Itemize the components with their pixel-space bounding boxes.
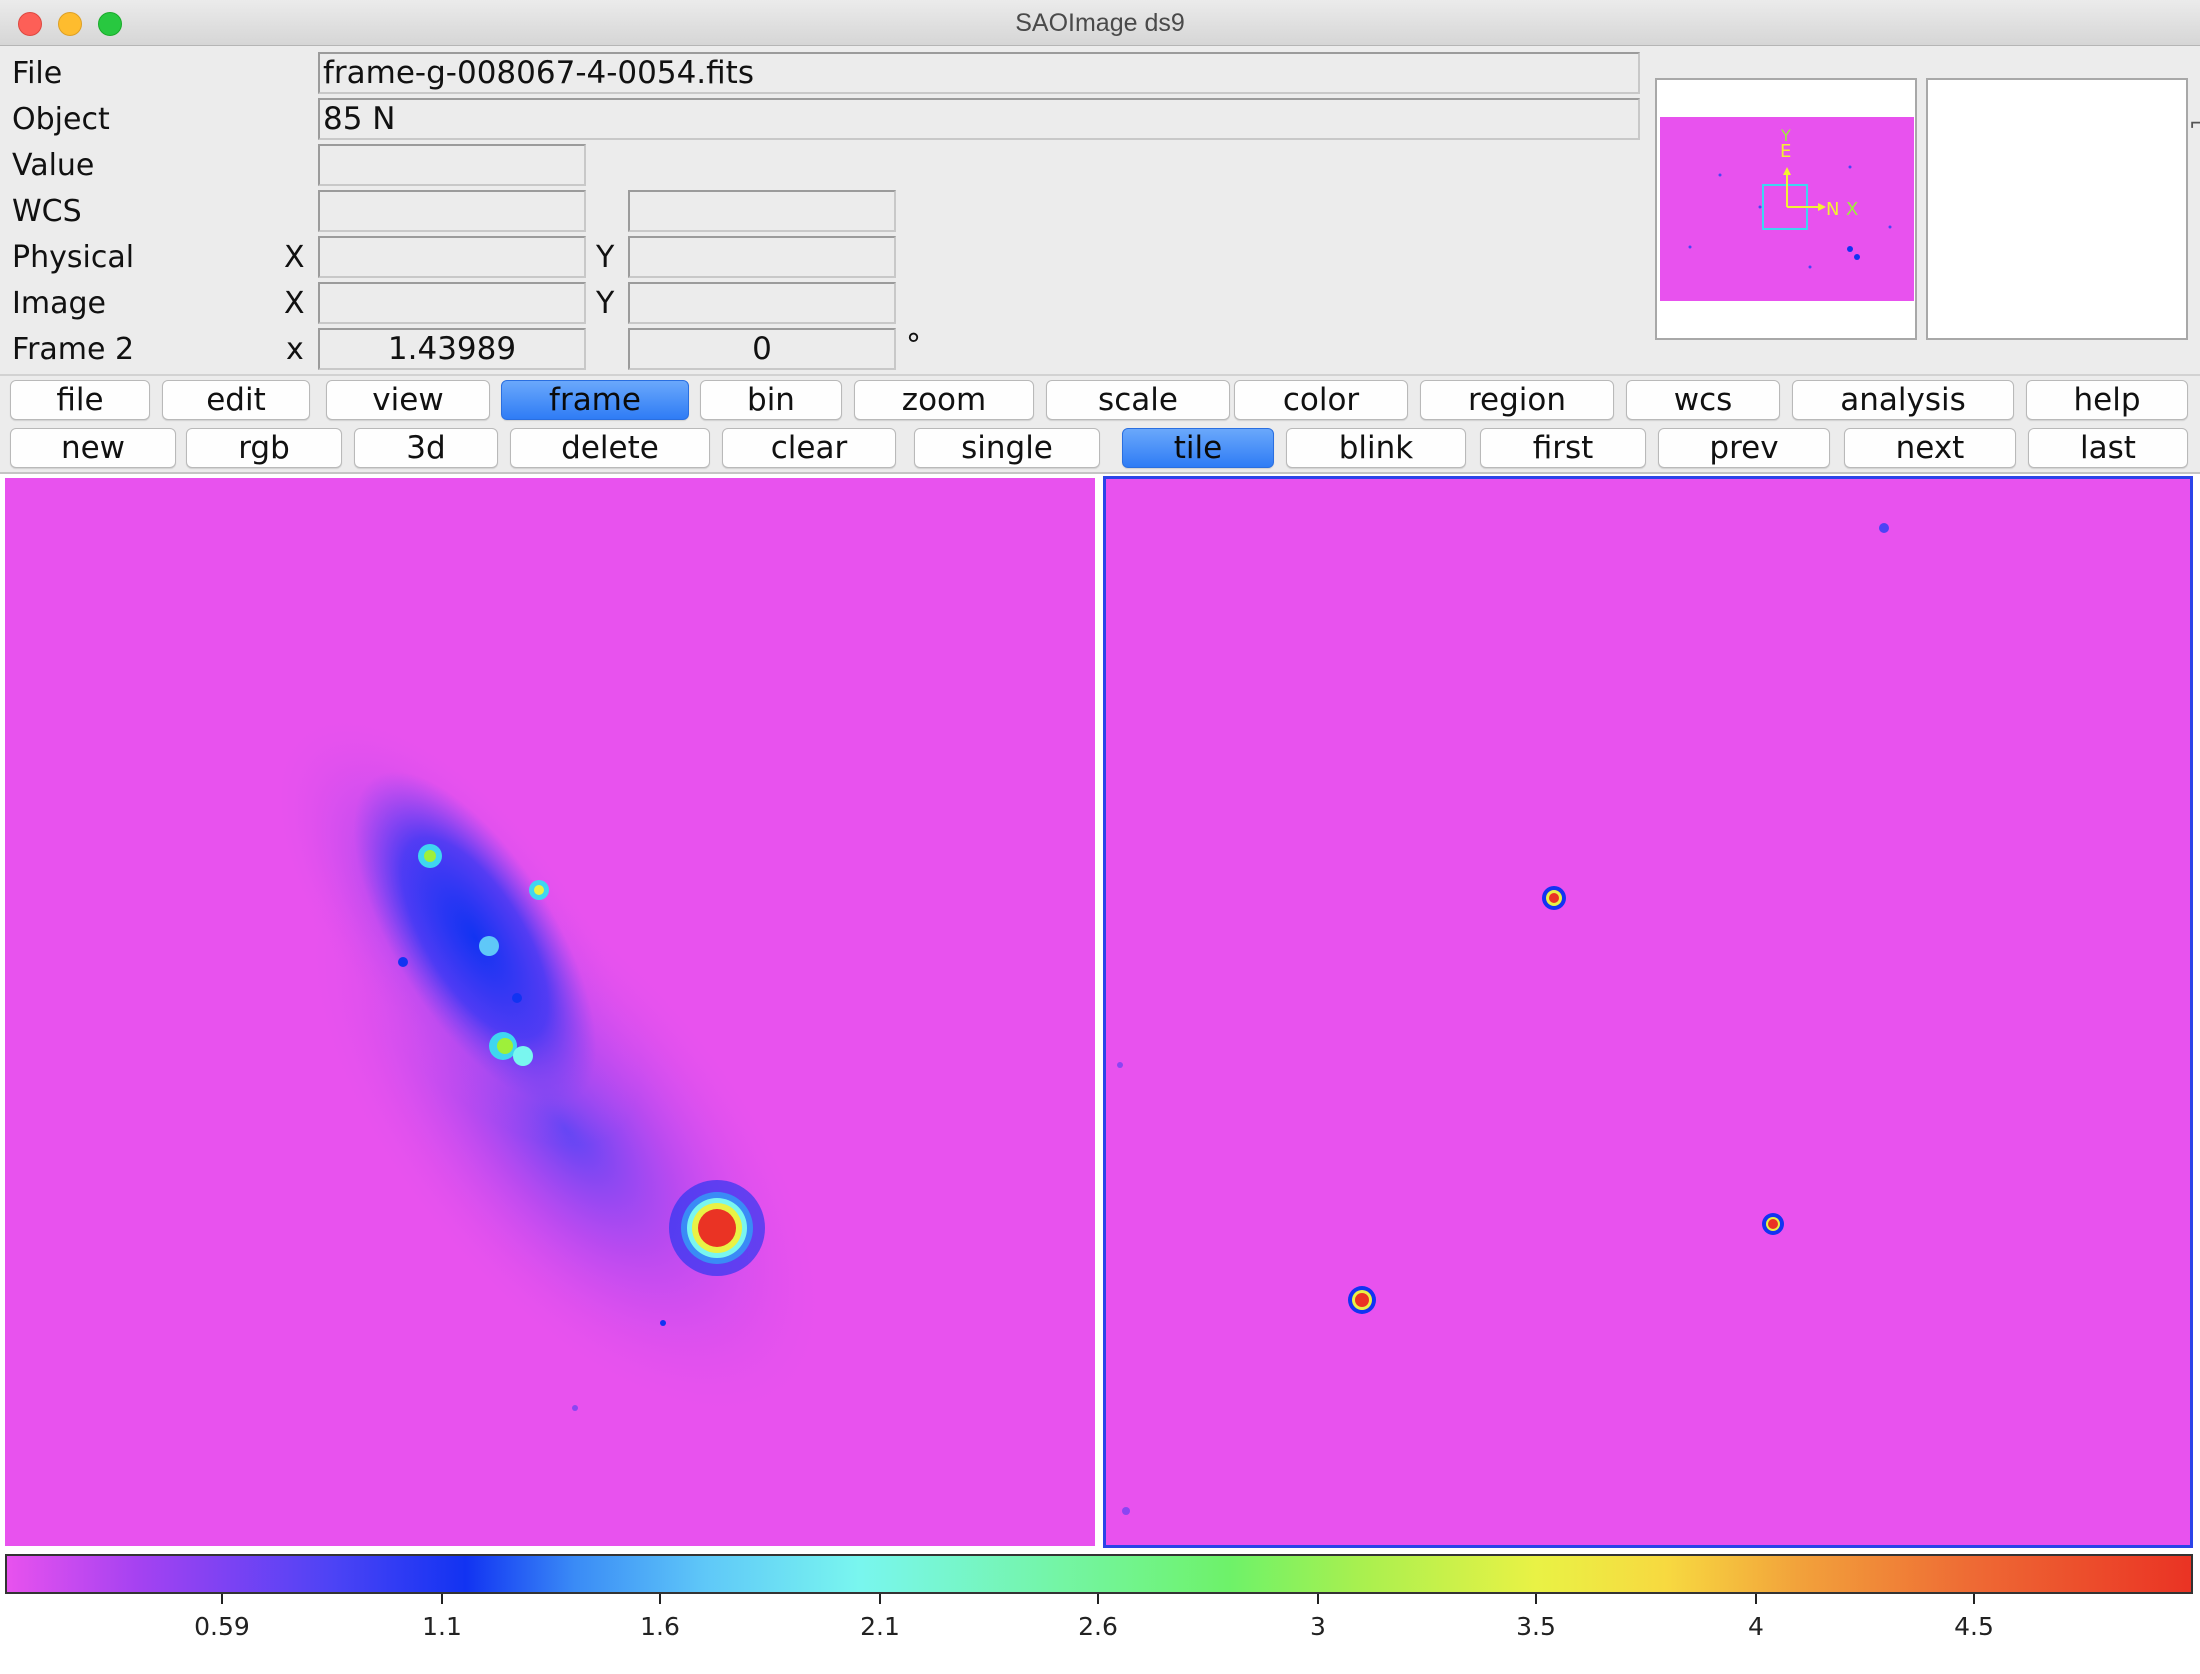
frame-clear-button[interactable]: clear — [722, 428, 896, 468]
colorbar-tick-label: 0.59 — [194, 1612, 250, 1641]
frame-last-button[interactable]: last — [2028, 428, 2188, 468]
frame-delete-button[interactable]: delete — [510, 428, 710, 468]
menu-bin-button[interactable]: bin — [700, 380, 842, 420]
physical-y-field — [628, 236, 896, 278]
frame-3d-button[interactable]: 3d — [354, 428, 498, 468]
menu-wcs-button[interactable]: wcs — [1626, 380, 1780, 420]
axis-y-label: Y — [1780, 126, 1791, 145]
physical-label: Physical — [12, 240, 135, 275]
panner-overlay: E N Y X — [1688, 126, 1892, 269]
colorbar-tick-label: 4.5 — [1954, 1612, 1994, 1641]
menu-edit-button[interactable]: edit — [162, 380, 310, 420]
frame-single-button[interactable]: single — [914, 428, 1100, 468]
frame-1-image — [269, 710, 831, 1425]
colorbar-tick — [1535, 1594, 1537, 1604]
separator — [0, 374, 2200, 376]
colorbar-tick — [1097, 1594, 1099, 1604]
colorbar-tick-label: 3.5 — [1516, 1612, 1556, 1641]
image-x-label: X — [284, 286, 305, 321]
file-name-field: frame-g-008067-4-0054.fits — [318, 52, 1640, 94]
colorbar-tick-label: 3 — [1310, 1612, 1326, 1641]
frame-1-canvas[interactable] — [5, 478, 1095, 1546]
frame-label: Frame 2 — [12, 332, 135, 367]
frame-2-stars — [1117, 523, 1889, 1515]
menu-scale-button[interactable]: scale — [1046, 380, 1230, 420]
object-label: Object — [12, 102, 110, 137]
colorbar-tick — [441, 1594, 443, 1604]
value-label: Value — [12, 148, 95, 183]
colorbar-tick-label: 2.6 — [1078, 1612, 1118, 1641]
frame-first-button[interactable]: first — [1480, 428, 1646, 468]
menu-region-button[interactable]: region — [1420, 380, 1614, 420]
panner[interactable]: E N Y X — [1655, 78, 1917, 340]
image-label: Image — [12, 286, 106, 321]
frame-button-bar: new rgb 3d delete clear single tile blin… — [0, 428, 2200, 474]
ds9-window: SAOImage ds9 File frame-g-008067-4-0054.… — [0, 0, 2200, 1674]
colorbar[interactable] — [5, 1554, 2193, 1594]
frame-tile-button[interactable]: tile — [1122, 428, 1274, 468]
colorbar-tick — [879, 1594, 881, 1604]
axis-x-label: X — [1846, 199, 1858, 220]
frame-x-label: x — [286, 332, 304, 367]
file-label: File — [12, 56, 63, 91]
wcs-field-1 — [318, 190, 586, 232]
frame-blink-button[interactable]: blink — [1286, 428, 1466, 468]
magnifier — [1926, 78, 2188, 340]
image-x-field — [318, 282, 586, 324]
physical-x-field — [318, 236, 586, 278]
frame-prev-button[interactable]: prev — [1658, 428, 1830, 468]
wcs-field-2 — [628, 190, 896, 232]
window-title: SAOImage ds9 — [1015, 9, 1185, 37]
colorbar-tick — [1317, 1594, 1319, 1604]
frame-new-button[interactable]: new — [10, 428, 176, 468]
colorbar-tick — [221, 1594, 223, 1604]
object-field: 85 N — [318, 98, 1640, 140]
colorbar-tick — [1755, 1594, 1757, 1604]
panner-thumbnail[interactable]: E N Y X — [1660, 117, 1914, 301]
main-button-bar: file edit view frame bin zoom scale colo… — [0, 380, 2200, 426]
menu-zoom-button[interactable]: zoom — [854, 380, 1034, 420]
physical-x-label: X — [284, 240, 305, 275]
menu-help-button[interactable]: help — [2026, 380, 2188, 420]
menu-color-button[interactable]: color — [1234, 380, 1408, 420]
physical-y-label: Y — [596, 240, 615, 275]
colorbar-tick — [1973, 1594, 1975, 1604]
frame-2-canvas[interactable] — [1103, 476, 2193, 1548]
frame-rgb-button[interactable]: rgb — [186, 428, 342, 468]
angle-field: 0 — [628, 328, 896, 370]
frame-next-button[interactable]: next — [1844, 428, 2016, 468]
panner-stars — [1688, 165, 1892, 269]
zoom-field: 1.43989 — [318, 328, 586, 370]
colorbar-tick-label: 4 — [1748, 1612, 1764, 1641]
compass-n-label: N — [1826, 199, 1839, 220]
galaxy — [269, 710, 831, 1425]
image-y-label: Y — [596, 286, 615, 321]
menu-file-button[interactable]: file — [10, 380, 150, 420]
image-display — [0, 474, 2200, 1550]
value-field — [318, 144, 586, 186]
wcs-label: WCS — [12, 194, 82, 229]
frame-2-image — [1117, 523, 1889, 1515]
window-edge-mark: ⌐ — [2189, 112, 2200, 137]
image-y-field — [628, 282, 896, 324]
colorbar-tick-label: 1.1 — [422, 1612, 462, 1641]
menu-analysis-button[interactable]: analysis — [1792, 380, 2014, 420]
menu-view-button[interactable]: view — [326, 380, 490, 420]
bright-star — [669, 1180, 765, 1276]
degree-symbol: ° — [906, 328, 921, 363]
menu-frame-button[interactable]: frame — [501, 380, 689, 420]
title-bar[interactable]: SAOImage ds9 — [0, 0, 2200, 46]
colorbar-tick-label: 1.6 — [640, 1612, 680, 1641]
colorbar-tick-label: 2.1 — [860, 1612, 900, 1641]
colorbar-panel: 0.59 1.1 1.6 2.1 2.6 3 3.5 4 4.5 — [0, 1550, 2200, 1674]
colorbar-tick — [659, 1594, 661, 1604]
